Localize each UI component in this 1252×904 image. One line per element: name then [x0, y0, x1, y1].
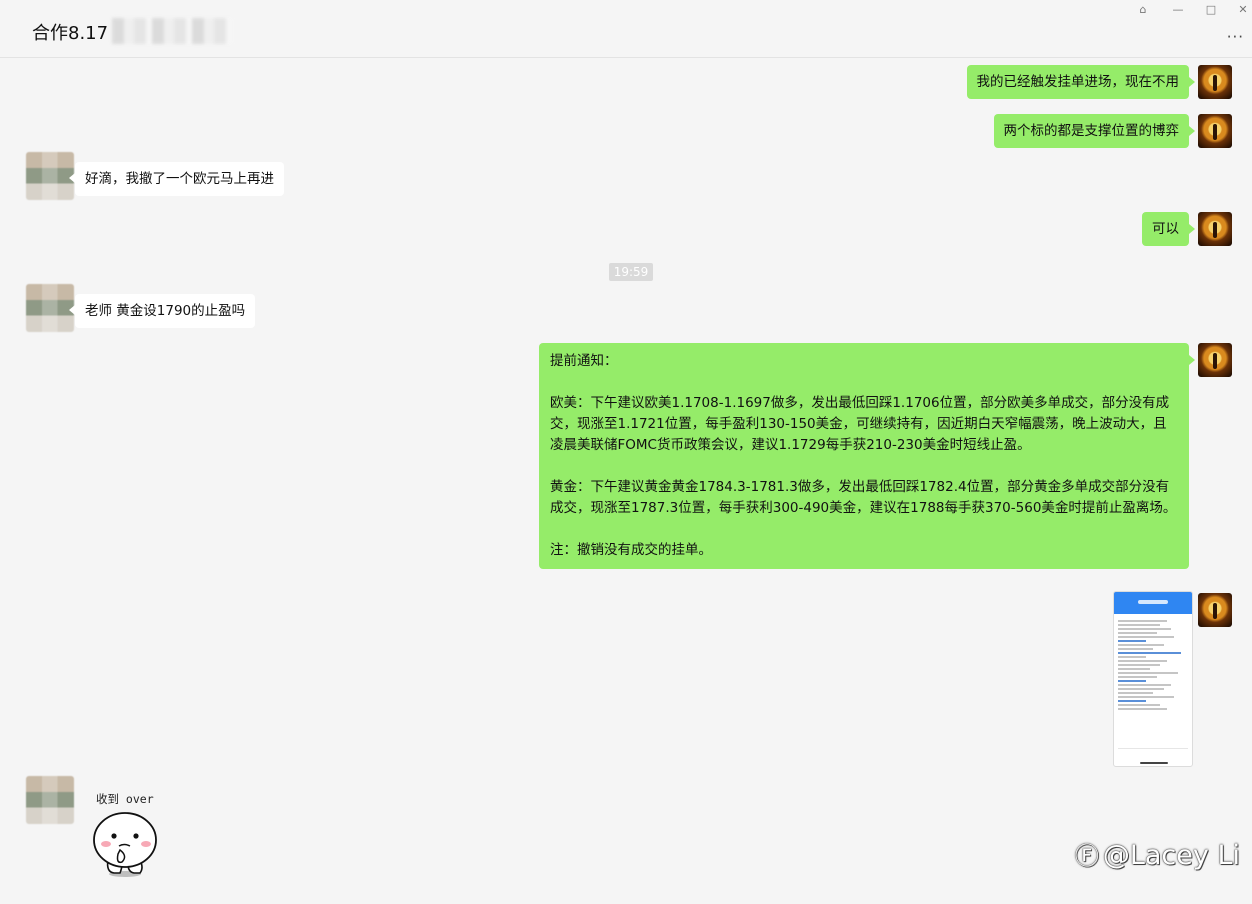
thumbnail-content: [1114, 614, 1192, 716]
minimize-icon[interactable]: —: [1165, 2, 1191, 18]
more-dots-icon[interactable]: ···: [1227, 30, 1244, 45]
message-timestamp: 19:59: [609, 263, 653, 281]
message-line: [550, 372, 1178, 393]
message-line: 黄金：下午建议黄金黄金1784.3-1781.3做多，发出最低回踩1782.4位…: [550, 479, 1177, 516]
my-avatar[interactable]: [1198, 65, 1232, 99]
message-line: 提前通知：: [550, 353, 618, 369]
message-text: 老师 黄金设1790的止盈吗: [85, 303, 246, 319]
weibo-logo-icon: Ⓕ: [1074, 842, 1099, 870]
pin-icon[interactable]: ⌂: [1130, 2, 1156, 18]
message-line: [550, 519, 1178, 540]
watermark: Ⓕ @Lacey Li: [1075, 836, 1240, 871]
chat-title: 合作8.17: [32, 23, 109, 44]
my-avatar[interactable]: [1198, 343, 1232, 377]
sticker-message[interactable]: 收到 over: [92, 788, 172, 880]
blurred-name: [112, 18, 232, 44]
contact-avatar[interactable]: [26, 284, 74, 332]
contact-avatar[interactable]: [26, 152, 74, 200]
message-bubble-me[interactable]: 我的已经触发挂单进场，现在不用: [966, 65, 1195, 99]
thumbnail-footer: [1118, 748, 1188, 758]
message-bubble-other[interactable]: 好滴，我撤了一个欧元马上再进: [69, 162, 284, 196]
message-bubble-me[interactable]: 可以: [1142, 212, 1195, 246]
my-avatar[interactable]: [1198, 593, 1232, 627]
message-line: 注：撤销没有成交的挂单。: [550, 542, 712, 558]
thumbnail-header: [1114, 592, 1192, 614]
message-text: 好滴，我撤了一个欧元马上再进: [85, 171, 274, 187]
message-line: [550, 456, 1178, 477]
message-text: 可以: [1152, 221, 1179, 237]
my-avatar[interactable]: [1198, 114, 1232, 148]
message-bubble-other[interactable]: 老师 黄金设1790的止盈吗: [68, 294, 256, 328]
chat-header: 合作8.17 ⌂ — □ ✕ ···: [0, 0, 1252, 58]
message-bubble-me[interactable]: 两个标的都是支撑位置的博弈: [993, 114, 1195, 148]
image-message-thumbnail[interactable]: [1113, 591, 1193, 767]
contact-avatar[interactable]: [26, 776, 74, 824]
message-bubble-me-long[interactable]: 提前通知： 欧美：下午建议欧美1.1708-1.1697做多，发出最低回踩1.1…: [539, 343, 1195, 569]
maximize-icon[interactable]: □: [1198, 2, 1224, 18]
my-avatar[interactable]: [1198, 212, 1232, 246]
sticker-text: 收到 over: [96, 792, 154, 806]
message-text: 我的已经触发挂单进场，现在不用: [976, 74, 1180, 90]
message-text: 两个标的都是支撑位置的博弈: [1003, 123, 1180, 139]
thumbnail-home-bar: [1140, 762, 1168, 764]
message-line: 欧美：下午建议欧美1.1708-1.1697做多，发出最低回踩1.1706位置，…: [550, 395, 1170, 453]
watermark-text: @Lacey Li: [1102, 840, 1240, 871]
close-icon[interactable]: ✕: [1230, 2, 1252, 18]
